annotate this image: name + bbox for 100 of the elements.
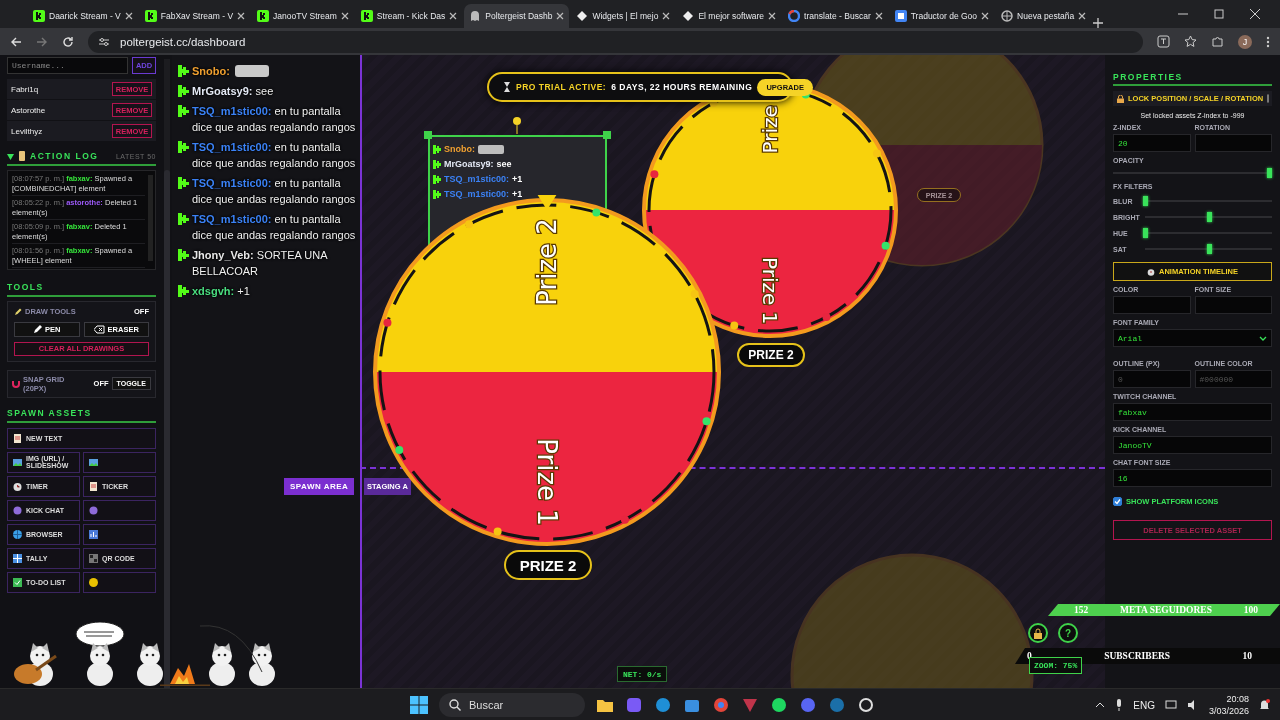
chat-app-icon[interactable] bbox=[799, 696, 817, 714]
section-title: TOOLS bbox=[7, 282, 44, 292]
language-indicator[interactable]: ENG bbox=[1133, 699, 1155, 711]
browser-tab[interactable]: translate - Buscar bbox=[783, 4, 888, 28]
collapse-triangle-icon[interactable] bbox=[7, 152, 14, 160]
close-icon[interactable] bbox=[1250, 9, 1260, 19]
chat-font-size-field[interactable]: 16 bbox=[1113, 469, 1272, 487]
browser-tab[interactable]: Nueva pestaña bbox=[996, 4, 1092, 28]
resize-handle[interactable] bbox=[424, 131, 432, 139]
browser-tab[interactable]: Widgets | El mejo bbox=[571, 4, 676, 28]
spawn-asset-button[interactable] bbox=[83, 571, 156, 593]
puzzle-icon[interactable] bbox=[1211, 35, 1224, 48]
app-icon[interactable] bbox=[857, 696, 875, 714]
notification-bell-icon[interactable] bbox=[1259, 699, 1270, 711]
spawn-asset-button[interactable] bbox=[83, 499, 156, 521]
user-name: Astorothe bbox=[11, 105, 46, 115]
spawn-area-label: SPAWN AREA bbox=[284, 478, 355, 495]
globe-icon bbox=[1001, 10, 1014, 22]
star-icon[interactable] bbox=[1184, 35, 1197, 48]
slider-track[interactable] bbox=[1145, 244, 1272, 254]
back-arrow-icon[interactable] bbox=[10, 35, 22, 48]
font-family-select[interactable]: Arial bbox=[1113, 329, 1272, 347]
pen-icon bbox=[33, 325, 43, 334]
platform-icons-checkbox[interactable] bbox=[1113, 497, 1122, 506]
twitch-channel-field[interactable]: fabxav bbox=[1113, 403, 1272, 421]
font-size-field[interactable] bbox=[1194, 296, 1272, 314]
stopwatch-icon bbox=[1147, 267, 1155, 276]
spawn-asset-button[interactable] bbox=[83, 523, 156, 545]
hourglass-icon bbox=[503, 82, 511, 92]
network-icon[interactable] bbox=[1164, 699, 1177, 711]
grid-icon bbox=[12, 552, 23, 564]
close-icon[interactable] bbox=[1078, 12, 1087, 20]
lock-checkbox[interactable] bbox=[1267, 94, 1270, 103]
scrollbar-thumb[interactable] bbox=[164, 170, 170, 688]
music-app-icon[interactable] bbox=[770, 696, 788, 714]
chevron-up-icon[interactable] bbox=[1095, 702, 1106, 708]
rotation-field[interactable] bbox=[1194, 134, 1272, 152]
chat-message-overlay: Jhony_Veb: SORTEA UNA BELLACOAR bbox=[192, 248, 329, 279]
spawn-asset-button[interactable] bbox=[83, 451, 156, 473]
new-tab-icon[interactable] bbox=[1093, 18, 1104, 28]
kick-channel-field[interactable]: JanooTV bbox=[1113, 436, 1272, 454]
color-field[interactable] bbox=[1113, 296, 1191, 314]
slider-thumb[interactable] bbox=[1267, 168, 1272, 178]
browser-tab[interactable]: JanooTV Stream bbox=[252, 4, 354, 28]
slider-thumb[interactable] bbox=[1206, 212, 1212, 222]
close-icon[interactable] bbox=[874, 12, 883, 20]
chat-username: TSQ_m1stic00: bbox=[444, 188, 510, 201]
close-icon[interactable] bbox=[768, 12, 777, 20]
address-bar[interactable]: poltergeist.cc/dashboard bbox=[88, 30, 1143, 53]
browser-icon[interactable] bbox=[654, 696, 672, 714]
more-icon[interactable] bbox=[1266, 35, 1270, 48]
slider-track[interactable] bbox=[1145, 196, 1272, 206]
browser-tab[interactable]: Traductor de Goo bbox=[889, 4, 995, 28]
resize-handle[interactable] bbox=[603, 131, 611, 139]
slider-thumb[interactable] bbox=[1143, 196, 1148, 206]
browser-icon[interactable] bbox=[712, 696, 730, 714]
chat-message-overlay: Snobo: bbox=[192, 64, 230, 79]
close-icon[interactable] bbox=[981, 12, 990, 20]
slider-track[interactable] bbox=[1145, 212, 1272, 222]
google-icon bbox=[788, 10, 801, 22]
kick-logo-icon bbox=[178, 85, 189, 97]
maximize-icon[interactable] bbox=[1214, 9, 1224, 19]
slider-thumb[interactable] bbox=[1143, 228, 1148, 238]
section-title: ACTION LOG bbox=[30, 151, 99, 161]
slider-thumb[interactable] bbox=[1206, 244, 1212, 254]
translate-icon[interactable] bbox=[1157, 35, 1170, 48]
close-icon[interactable] bbox=[662, 12, 671, 20]
browser-tab[interactable]: Stream - Kick Das bbox=[355, 4, 463, 28]
clock[interactable]: 20:08 3/03/2026 bbox=[1208, 693, 1249, 717]
close-icon[interactable] bbox=[556, 12, 565, 20]
z-index-field[interactable]: 20 bbox=[1113, 134, 1191, 152]
rotate-handle-icon[interactable] bbox=[512, 116, 522, 134]
browser-tab[interactable]: Poltergeist Dashb bbox=[464, 4, 570, 28]
slider-track[interactable] bbox=[1145, 228, 1272, 238]
slider-track[interactable] bbox=[1113, 168, 1272, 178]
result-label: PRIZE 2 bbox=[737, 343, 805, 367]
zoom-level-label: ZOOM: 75% bbox=[1029, 657, 1083, 674]
browser-tab[interactable]: FabXav Stream - V bbox=[139, 4, 251, 28]
image-icon bbox=[88, 456, 99, 468]
checkmark-icon bbox=[1114, 498, 1121, 505]
browser-tab[interactable]: Daarick Stream - V bbox=[28, 4, 138, 28]
close-icon[interactable] bbox=[449, 12, 458, 20]
forward-arrow-icon[interactable] bbox=[36, 35, 48, 48]
search-field[interactable]: Buscar bbox=[439, 693, 585, 717]
close-icon[interactable] bbox=[124, 12, 133, 20]
windows-icon[interactable] bbox=[410, 696, 428, 714]
kick-logo-icon bbox=[433, 160, 441, 169]
close-icon[interactable] bbox=[340, 12, 349, 20]
profile-avatar[interactable]: J bbox=[1238, 34, 1252, 49]
browser-tab[interactable]: El mejor software bbox=[677, 4, 782, 28]
username-field[interactable]: Username... bbox=[7, 57, 128, 74]
close-icon[interactable] bbox=[237, 12, 246, 20]
wheel-icon bbox=[88, 576, 99, 588]
pencil-icon bbox=[14, 307, 22, 316]
game-app-icon[interactable] bbox=[828, 696, 846, 714]
microphone-icon[interactable] bbox=[1115, 699, 1124, 711]
chat-username: Snobo: bbox=[444, 143, 475, 156]
kick-logo-icon bbox=[33, 10, 45, 22]
reload-icon[interactable] bbox=[62, 35, 74, 48]
kick-logo-icon bbox=[433, 175, 441, 184]
